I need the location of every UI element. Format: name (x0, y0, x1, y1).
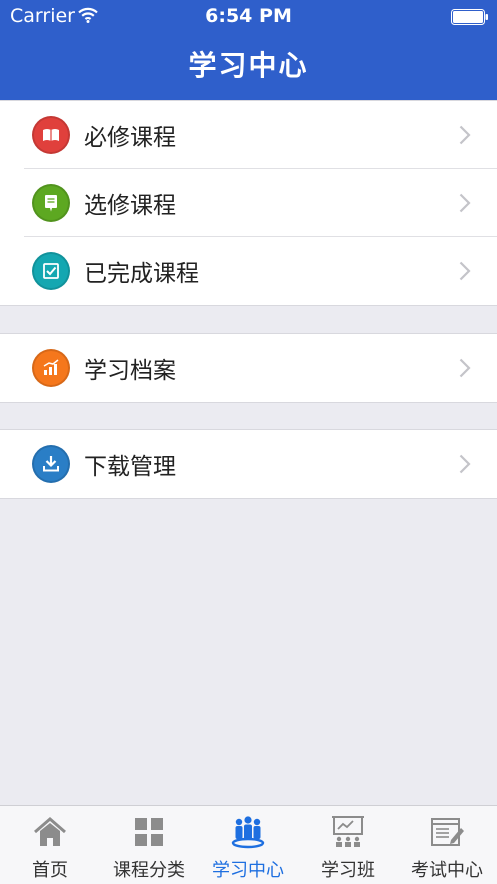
list-item-learning-archive[interactable]: 学习档案 (0, 334, 497, 402)
document-pen-icon (32, 184, 70, 222)
download-icon (32, 445, 70, 483)
chevron-right-icon (459, 358, 471, 378)
tab-exam-center[interactable]: 考试中心 (397, 806, 497, 884)
list-item-completed-courses[interactable]: 已完成课程 (0, 237, 497, 305)
checkbox-icon (32, 252, 70, 290)
clock: 6:54 PM (205, 5, 292, 27)
chevron-right-icon (459, 261, 471, 281)
tab-bar: 首页 课程分类 学习中心 学习班 考试中心 (0, 805, 497, 884)
list-item-label: 下载管理 (84, 454, 176, 480)
chevron-right-icon (459, 125, 471, 145)
archive-group: 学习档案 (0, 333, 497, 403)
tab-learning-center[interactable]: 学习中心 (198, 806, 298, 884)
list-item-label: 必修课程 (84, 125, 176, 151)
grid-icon (135, 818, 163, 846)
tab-study-class[interactable]: 学习班 (298, 806, 398, 884)
list-item-elective-courses[interactable]: 选修课程 (0, 169, 497, 237)
course-group: 必修课程 选修课程 已完成课程 (0, 100, 497, 306)
home-icon (34, 817, 66, 846)
download-group: 下载管理 (0, 429, 497, 499)
chevron-right-icon (459, 193, 471, 213)
battery-icon (451, 9, 488, 25)
list-item-required-courses[interactable]: 必修课程 (0, 101, 497, 169)
tab-home[interactable]: 首页 (0, 806, 100, 884)
list-item-label: 选修课程 (84, 193, 176, 219)
exam-icon (431, 818, 464, 846)
list-item-label: 已完成课程 (84, 261, 199, 287)
classroom-icon (332, 816, 364, 847)
growth-chart-icon (32, 349, 70, 387)
people-group-icon (231, 816, 265, 849)
list-item-download-management[interactable]: 下载管理 (0, 430, 497, 498)
tab-label: 考试中心 (411, 860, 483, 881)
book-icon (32, 116, 70, 154)
chevron-right-icon (459, 454, 471, 474)
status-bar: Carrier 6:54 PM (0, 0, 497, 34)
list-item-label: 学习档案 (84, 358, 176, 384)
page-title: 学习中心 (188, 49, 309, 82)
app-header: Carrier 6:54 PM 学习中心 (0, 0, 497, 100)
tab-course-categories[interactable]: 课程分类 (99, 806, 199, 884)
